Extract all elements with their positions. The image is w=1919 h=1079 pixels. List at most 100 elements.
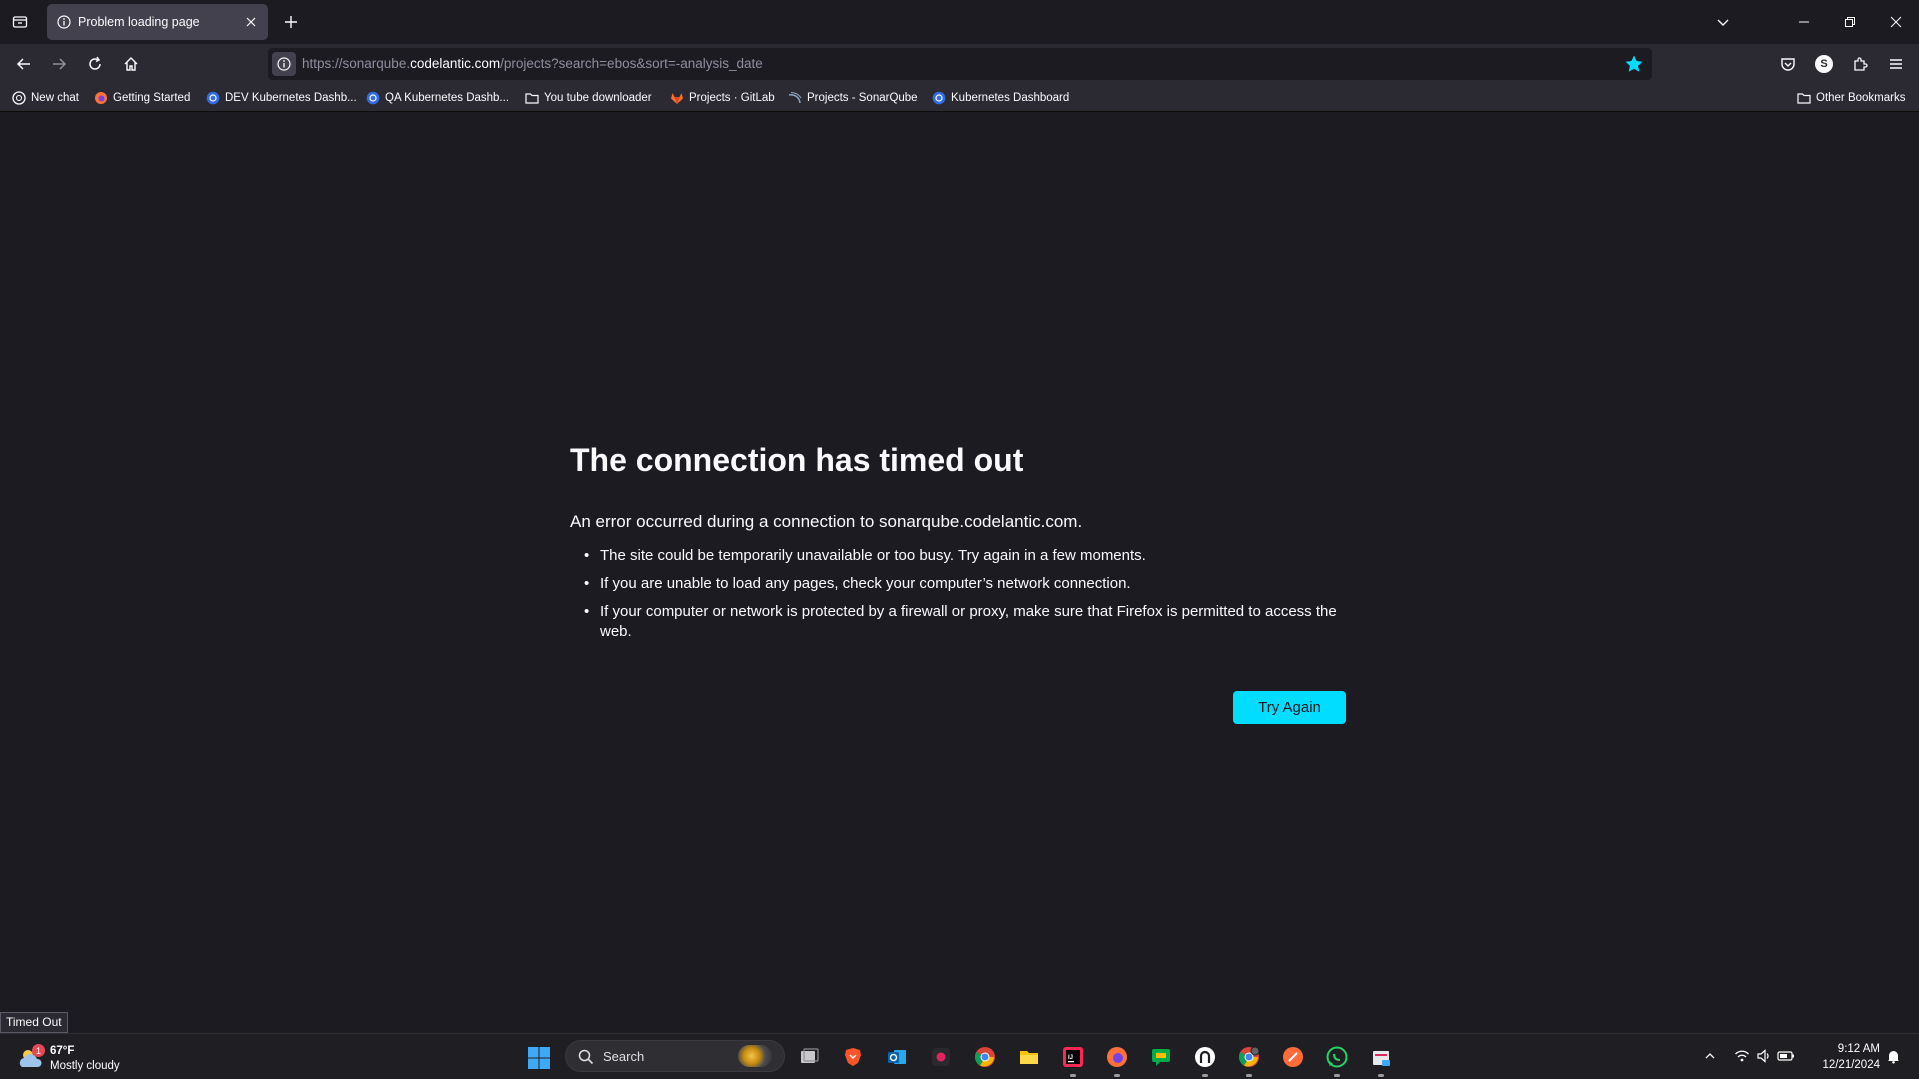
postman-icon: [1283, 1047, 1303, 1067]
search-highlight-icon: [738, 1045, 772, 1067]
reload-button[interactable]: [83, 52, 107, 76]
taskbar-app-whatsapp[interactable]: [1323, 1043, 1351, 1077]
bookmark-label: DEV Kubernetes Dashb...: [225, 92, 357, 104]
clock-date: 12/21/2024: [1822, 1059, 1880, 1071]
restore-icon: [1845, 17, 1855, 27]
taskbar-app-postman[interactable]: [1279, 1043, 1307, 1071]
back-button[interactable]: [12, 52, 36, 76]
running-indicator: [1378, 1074, 1384, 1077]
arrow-right-icon: [53, 58, 67, 70]
windows-taskbar: 1 67°F Mostly cloudy Search IJ 9:12 AM 1…: [0, 1033, 1919, 1079]
taskbar-app-chat[interactable]: [1147, 1043, 1175, 1071]
chat-icon: [12, 91, 26, 105]
weather-description: Mostly cloudy: [50, 1060, 120, 1072]
address-bar[interactable]: https://sonarqube.codelantic.com/project…: [268, 48, 1652, 80]
wifi-icon: [1735, 1050, 1749, 1062]
firefox-view-button[interactable]: [8, 10, 32, 34]
notifications-button[interactable]: [1883, 1046, 1903, 1066]
home-icon: [124, 57, 138, 71]
bookmark-label: Getting Started: [113, 92, 191, 104]
home-button[interactable]: [119, 52, 143, 76]
bookmark-getting-started[interactable]: Getting Started: [94, 90, 190, 106]
info-icon: [57, 15, 71, 29]
battery-button[interactable]: [1776, 1046, 1796, 1066]
bookmark-folder-youtube[interactable]: You tube downloader: [525, 90, 652, 106]
tab-problem-loading[interactable]: Problem loading page: [47, 4, 268, 40]
url-text[interactable]: https://sonarqube.codelantic.com/project…: [302, 56, 763, 71]
firefox-icon: [94, 91, 108, 105]
taskbar-app-screen-recorder[interactable]: [927, 1043, 955, 1071]
try-again-button[interactable]: Try Again: [1233, 691, 1346, 724]
extensions-button[interactable]: [1848, 52, 1872, 76]
error-suggestion-item: If your computer or network is protected…: [570, 602, 1346, 642]
site-info-button[interactable]: [272, 52, 296, 76]
tab-strip: Problem loading page: [0, 0, 1919, 44]
bookmark-gitlab[interactable]: Projects · GitLab: [670, 90, 775, 106]
taskbar-app-snipping-tool[interactable]: [1367, 1043, 1395, 1077]
taskbar-app-firefox[interactable]: [1103, 1043, 1131, 1077]
menu-button[interactable]: [1884, 52, 1908, 76]
kubernetes-icon: [366, 91, 380, 105]
pocket-icon: [1781, 58, 1795, 71]
hamburger-icon: [1890, 59, 1902, 69]
url-path: /projects?search=ebos&sort=-analysis_dat…: [500, 56, 763, 71]
error-title: The connection has timed out: [570, 442, 1024, 478]
whatsapp-icon: [1326, 1046, 1348, 1068]
close-window-button[interactable]: [1884, 10, 1908, 34]
list-all-tabs-button[interactable]: [1711, 10, 1735, 34]
taskbar-app-intellij[interactable]: IJ: [1059, 1043, 1087, 1077]
bookmark-label: New chat: [31, 92, 79, 104]
minimize-button[interactable]: [1792, 10, 1816, 34]
pocket-button[interactable]: [1776, 52, 1800, 76]
taskbar-app-chrome-profile[interactable]: [1235, 1043, 1263, 1077]
forward-button[interactable]: [47, 52, 71, 76]
folder-icon: [1797, 91, 1811, 105]
taskbar-app-file-explorer[interactable]: [1015, 1043, 1043, 1071]
weather-widget[interactable]: 1 67°F Mostly cloudy: [16, 1041, 136, 1075]
bookmark-star-icon[interactable]: [1624, 54, 1644, 74]
arrow-left-icon: [16, 58, 30, 70]
firefox-icon: [1107, 1047, 1127, 1067]
bell-icon: [1887, 1050, 1899, 1064]
bookmark-label: Kubernetes Dashboard: [951, 92, 1070, 104]
weather-temperature: 67°F: [50, 1045, 75, 1057]
start-button[interactable]: [527, 1046, 551, 1070]
network-button[interactable]: [1732, 1046, 1752, 1066]
folder-icon: [1020, 1051, 1038, 1064]
bookmark-qa-kubernetes[interactable]: QA Kubernetes Dashb...: [366, 90, 509, 106]
system-clock[interactable]: 9:12 AM 12/21/2024: [1810, 1041, 1880, 1073]
bookmark-new-chat[interactable]: New chat: [12, 90, 79, 106]
search-icon: [578, 1049, 594, 1065]
running-indicator: [1202, 1074, 1208, 1077]
new-tab-button[interactable]: [280, 11, 302, 33]
restore-button[interactable]: [1838, 10, 1862, 34]
running-indicator: [1246, 1074, 1252, 1077]
bookmark-label: QA Kubernetes Dashb...: [385, 92, 510, 104]
error-description: An error occurred during a connection to…: [570, 512, 1083, 531]
firefox-view-icon: [12, 16, 28, 28]
error-suggestion-item: If you are unable to load any pages, che…: [570, 574, 1346, 594]
record-icon: [932, 1048, 950, 1066]
bookmark-kubernetes-dashboard[interactable]: Kubernetes Dashboard: [932, 90, 1069, 106]
taskbar-app-task-view[interactable]: [795, 1043, 823, 1071]
show-hidden-icons-button[interactable]: [1700, 1046, 1720, 1066]
taskbar-app-chrome[interactable]: [971, 1043, 999, 1071]
gitlab-icon: [670, 91, 684, 105]
taskbar-app-outlook[interactable]: [883, 1043, 911, 1071]
volume-button[interactable]: [1754, 1046, 1774, 1066]
taskbar-app-anydesk[interactable]: [1191, 1043, 1219, 1077]
taskbar-search[interactable]: Search: [565, 1040, 785, 1072]
bookmark-sonarqube[interactable]: Projects - SonarQube: [788, 90, 918, 106]
other-bookmarks[interactable]: Other Bookmarks: [1797, 90, 1905, 106]
volume-icon: [1757, 1049, 1769, 1063]
profile-avatar: S: [1815, 55, 1833, 73]
snipping-tool-icon: [1373, 1051, 1390, 1066]
url-host: codelantic.com: [410, 56, 501, 71]
bookmark-dev-kubernetes[interactable]: DEV Kubernetes Dashb...: [206, 90, 357, 106]
account-button[interactable]: S: [1812, 52, 1836, 76]
task-view-icon: [801, 1048, 819, 1063]
taskbar-app-brave[interactable]: [839, 1043, 867, 1071]
close-icon: [1890, 16, 1902, 28]
tab-close-button[interactable]: [242, 13, 260, 31]
plus-icon: [285, 16, 297, 28]
